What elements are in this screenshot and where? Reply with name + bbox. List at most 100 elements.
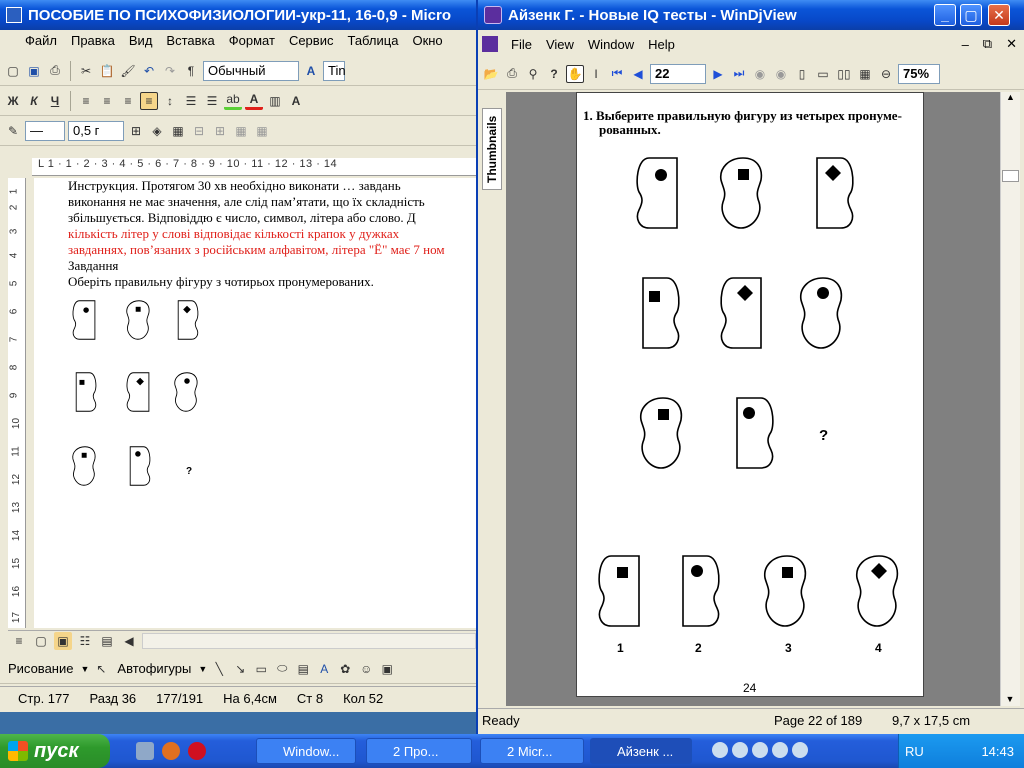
oval-tool-icon[interactable]: ⬭ [273, 660, 291, 678]
bullets-icon[interactable]: ☰ [203, 92, 221, 110]
doc-minimize-icon[interactable]: – [955, 37, 976, 52]
word-menu-file[interactable]: Файл [18, 33, 64, 48]
close-button[interactable]: ✕ [988, 4, 1010, 26]
save-icon[interactable]: ▣ [25, 62, 43, 80]
grid-icon[interactable]: ▦ [232, 122, 250, 140]
numbering-icon[interactable]: ☰ [182, 92, 200, 110]
doc-restore-icon[interactable]: ⧉ [976, 36, 999, 52]
highlight-icon[interactable]: ab [224, 92, 242, 110]
djview-menu-window[interactable]: Window [581, 37, 641, 52]
line-style-dropdown[interactable]: — [25, 120, 65, 141]
task-windows[interactable]: Window... [256, 738, 356, 764]
word-menu-table[interactable]: Таблица [340, 33, 405, 48]
outline-view-icon[interactable]: ☷ [76, 632, 94, 650]
edit-icon[interactable]: ✎ [4, 122, 22, 140]
scroll-left-icon[interactable]: ◀ [120, 632, 138, 650]
autoshapes-menu[interactable]: Автофигуры [113, 661, 195, 676]
word-menu-view[interactable]: Вид [122, 33, 160, 48]
prev-page-icon[interactable]: ◀ [629, 65, 647, 83]
djview-menu-view[interactable]: View [539, 37, 581, 52]
firefox-icon[interactable] [162, 742, 180, 760]
wordart-icon[interactable]: A [315, 660, 333, 678]
word-menu-edit[interactable]: Правка [64, 33, 122, 48]
media-next-icon[interactable] [772, 742, 788, 758]
select-pointer-icon[interactable]: ↖ [92, 660, 110, 678]
paragraph-mark-icon[interactable]: ¶ [182, 62, 200, 80]
line-spacing-icon[interactable]: ↕ [161, 92, 179, 110]
font-color-icon[interactable]: A [302, 62, 320, 80]
scroll-down-icon[interactable]: ▼ [1001, 694, 1019, 704]
thumbnails-tab[interactable]: Thumbnails [482, 108, 502, 190]
word-menu-window[interactable]: Окно [405, 33, 449, 48]
print-icon[interactable]: ⎙ [46, 62, 64, 80]
minimize-button[interactable]: _ [934, 4, 956, 26]
undo-icon[interactable]: ↶ [140, 62, 158, 80]
horizontal-scrollbar[interactable] [142, 632, 476, 649]
media-play-icon[interactable] [732, 742, 748, 758]
hand-tool-icon[interactable]: ✋ [566, 64, 584, 83]
task-folder[interactable]: 2 Про... [366, 738, 472, 764]
language-indicator[interactable]: RU [899, 744, 924, 759]
continuous-facing-icon[interactable]: ▦ [856, 65, 874, 83]
quicklaunch-icon[interactable] [136, 742, 154, 760]
diagram-icon[interactable]: ✿ [336, 660, 354, 678]
split-icon[interactable]: ⊞ [211, 122, 229, 140]
first-page-icon[interactable]: ⏮ [608, 65, 626, 83]
vertical-scrollbar[interactable]: ▲ ▼ [1000, 92, 1020, 706]
djview-doc-icon[interactable] [482, 36, 498, 52]
borders-icon[interactable]: ⊞ [127, 122, 145, 140]
forward-icon[interactable]: ◉ [772, 65, 790, 83]
merge-icon[interactable]: ⊟ [190, 122, 208, 140]
drawing-menu[interactable]: Рисование [4, 661, 77, 676]
document-view[interactable]: 1. Выберите правильную фигуру из четырех… [506, 92, 1000, 706]
table-icon[interactable]: ▦ [169, 122, 187, 140]
grow-font-icon[interactable]: A [287, 92, 305, 110]
facing-pages-icon[interactable]: ▯▯ [835, 65, 853, 83]
align-center-icon[interactable]: ≡ [98, 92, 116, 110]
scroll-up-icon[interactable]: ▲ [1001, 92, 1020, 110]
select-text-icon[interactable]: I [587, 65, 605, 83]
italic-icon[interactable]: К [25, 92, 43, 110]
format-painter-icon[interactable]: 🖌 [119, 62, 137, 80]
open-icon[interactable]: 📂 [482, 65, 500, 83]
word-menu-tools[interactable]: Сервис [282, 33, 341, 48]
textbox-tool-icon[interactable]: ▤ [294, 660, 312, 678]
columns-icon[interactable]: ▥ [266, 92, 284, 110]
media-volume-icon[interactable] [792, 742, 808, 758]
help-icon[interactable]: ? [545, 65, 563, 83]
djview-menu-help[interactable]: Help [641, 37, 682, 52]
djview-menu-file[interactable]: File [504, 37, 539, 52]
normal-view-icon[interactable]: ≡ [10, 632, 28, 650]
next-page-icon[interactable]: ▶ [709, 65, 727, 83]
media-stop-icon[interactable] [752, 742, 768, 758]
word-menu-format[interactable]: Формат [222, 33, 282, 48]
align-right-icon[interactable]: ≡ [119, 92, 137, 110]
task-word[interactable]: 2 Micr... [480, 738, 584, 764]
arrow-tool-icon[interactable]: ↘ [231, 660, 249, 678]
new-document-icon[interactable]: ▢ [4, 62, 22, 80]
style-dropdown[interactable]: Обычный [203, 60, 299, 81]
justify-icon[interactable]: ≡ [140, 91, 158, 110]
start-button[interactable]: пуск [0, 734, 110, 768]
task-djview[interactable]: Айзенк ... [590, 738, 692, 764]
find-icon[interactable]: ⚲ [524, 65, 542, 83]
scroll-thumb[interactable] [1002, 170, 1019, 182]
continuous-icon[interactable]: ▭ [814, 65, 832, 83]
line-tool-icon[interactable]: ╲ [210, 660, 228, 678]
print-layout-icon[interactable]: ▣ [54, 631, 72, 650]
paste-icon[interactable]: 📋 [98, 62, 116, 80]
print-icon[interactable]: ⎙ [503, 65, 521, 83]
page-number-input[interactable] [650, 63, 706, 84]
align-left-icon[interactable]: ≡ [77, 92, 95, 110]
word-menu-insert[interactable]: Вставка [159, 33, 221, 48]
redo-icon[interactable]: ↷ [161, 62, 179, 80]
maximize-button[interactable]: ▢ [960, 4, 982, 26]
font-dropdown[interactable]: Tin [323, 60, 346, 81]
zoom-out-icon[interactable]: ⊖ [877, 65, 895, 83]
bold-icon[interactable]: Ж [4, 92, 22, 110]
rectangle-tool-icon[interactable]: ▭ [252, 660, 270, 678]
zoom-dropdown[interactable]: 75% [898, 63, 940, 84]
picture-icon[interactable]: ▣ [378, 660, 396, 678]
opera-icon[interactable] [188, 742, 206, 760]
word-document-page[interactable]: Инструкция. Протягом 30 хв необхідно вик… [34, 178, 476, 628]
